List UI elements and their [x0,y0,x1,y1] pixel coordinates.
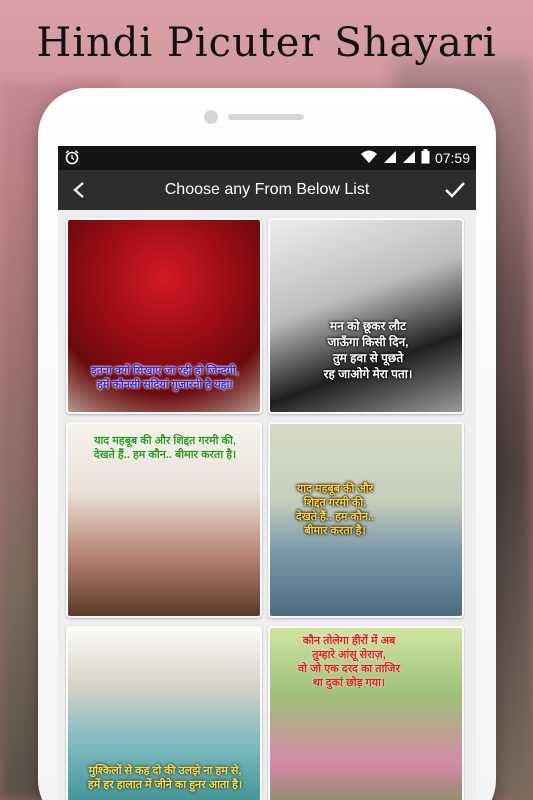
toolbar: Choose any From Below List [58,170,476,210]
toolbar-title: Choose any From Below List [164,181,370,198]
template-tile[interactable]: याद महबूब की और शिद्दत गरमी की, देखते है… [268,422,464,618]
status-icons: 07:59 [360,149,470,167]
wifi-icon [360,150,378,167]
alarm-icon [64,149,80,168]
tile-caption: मन को छूकर लौट जाऊँगा किसी दिन, तुम हवा … [323,319,413,381]
back-arrow-icon[interactable] [68,179,90,201]
tile-caption: याद महबूब की और शिद्दत गरमी की, देखते है… [93,435,237,461]
template-tile[interactable]: इतना क्यों सिखाए जा रही हो जिन्दगी, हमें… [66,218,262,414]
signal-icon [383,150,397,167]
app-title: Hindi Picuter Shayari Maker [36,20,497,136]
template-tile[interactable]: मन को छूकर लौट जाऊँगा किसी दिन, तुम हवा … [268,218,464,414]
phone-camera [204,110,218,124]
template-tile[interactable]: मुश्किलों से कह दो की उलझे ना हम से, हमे… [66,626,262,800]
phone-speaker [228,114,304,120]
status-time: 07:59 [434,150,470,166]
battery-icon [421,149,430,167]
tile-caption: मुश्किलों से कह दो की उलझे ना हम से, हमे… [87,765,243,791]
template-tile[interactable]: याद महबूब की और शिद्दत गरमी की, देखते है… [66,422,262,618]
phone-screen: 07:59 Choose any From Below List इतना क्… [58,146,476,800]
status-bar: 07:59 [58,146,476,170]
check-icon[interactable] [444,179,466,201]
tile-caption: याद महबूब की और शिद्दत गरमी की, देखते है… [295,483,375,537]
signal-icon-2 [402,150,416,167]
tile-caption: कौन तोलेगा हीरों में अब तुम्हारे आंसू से… [298,635,400,689]
template-tile[interactable]: कौन तोलेगा हीरों में अब तुम्हारे आंसू से… [268,626,464,800]
tile-caption: इतना क्यों सिखाए जा रही हो जिन्दगी, हमें… [91,365,239,391]
template-grid: इतना क्यों सिखाए जा रही हो जिन्दगी, हमें… [58,210,476,800]
phone-frame: 07:59 Choose any From Below List इतना क्… [38,88,496,800]
